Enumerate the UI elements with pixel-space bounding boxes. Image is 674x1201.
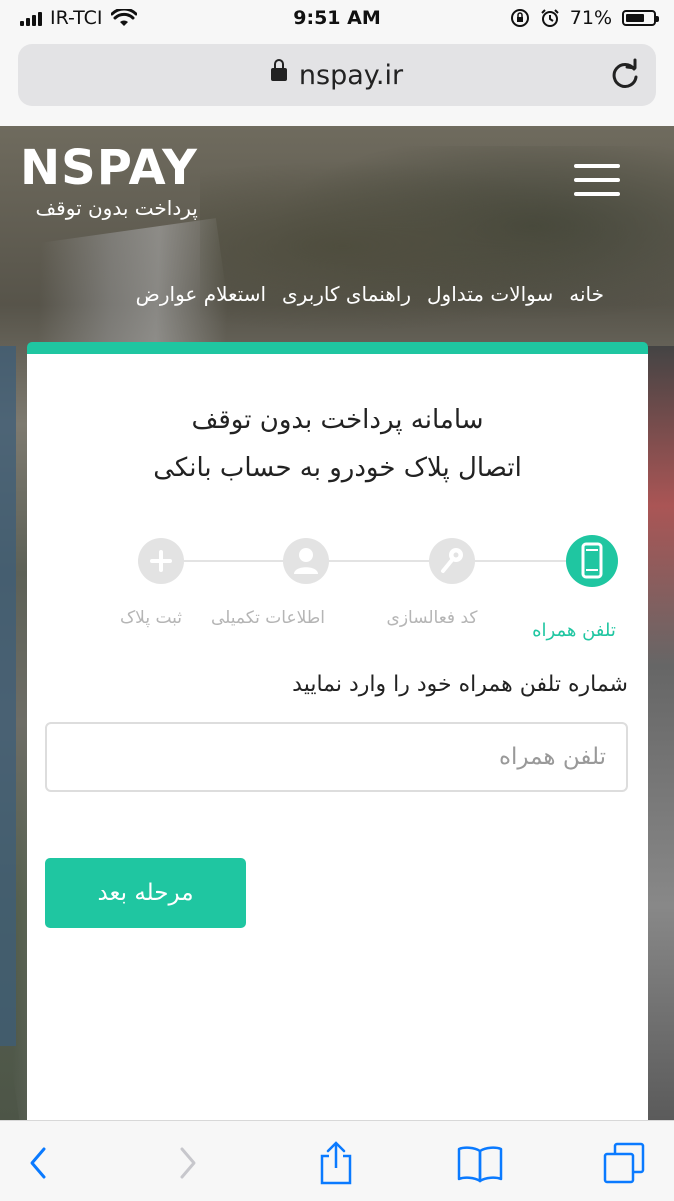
lock-icon — [270, 59, 287, 81]
mobile-phone-icon — [581, 542, 603, 579]
step-info-label: اطلاعات تکمیلی — [210, 608, 325, 628]
status-bar: IR-TCI 9:51 AM 71% — [0, 0, 674, 38]
card-title-line1: سامانه پرداخت بدون توقف — [191, 405, 484, 435]
step-info-circle — [283, 538, 329, 584]
menu-icon[interactable] — [574, 164, 620, 198]
plus-icon — [150, 550, 172, 572]
back-arrow-icon — [30, 1147, 46, 1179]
back-button[interactable] — [14, 1139, 62, 1187]
nav-item-faq[interactable]: سوالات متداول — [427, 282, 553, 306]
phone-input[interactable] — [45, 722, 628, 792]
user-icon — [294, 548, 318, 574]
share-button[interactable] — [312, 1139, 360, 1187]
web-page: NSPAY پرداخت بدون توقف خانه سوالات متداو… — [0, 126, 674, 1120]
step-activation-label: کد فعالسازی — [386, 608, 478, 628]
main-nav: خانه سوالات متداول راهنمای کاربری استعلا… — [136, 282, 604, 306]
registration-card: سامانه پرداخت بدون توقف اتصال پلاک خودرو… — [27, 342, 648, 1120]
next-step-button[interactable]: مرحله بعد — [45, 858, 246, 928]
nav-item-toll-inquiry[interactable]: استعلام عوارض — [136, 282, 266, 306]
steps-connector — [161, 560, 591, 562]
reload-icon[interactable] — [608, 58, 642, 92]
step-activation-circle — [429, 538, 475, 584]
tabs-button[interactable] — [600, 1139, 648, 1187]
card-title: سامانه پرداخت بدون توقف اتصال پلاک خودرو… — [27, 396, 648, 492]
bookmarks-button[interactable] — [456, 1139, 504, 1187]
background-pole — [0, 346, 16, 1046]
browser-url-area: nspay.ir — [0, 38, 674, 126]
card-title-line2: اتصال پلاک خودرو به حساب بانکی — [153, 453, 522, 483]
nav-item-guide[interactable]: راهنمای کاربری — [282, 282, 411, 306]
tabs-icon — [603, 1142, 645, 1184]
url-display[interactable]: nspay.ir — [18, 59, 656, 91]
logo-subtitle: پرداخت بدون توقف — [35, 196, 198, 220]
browser-toolbar — [0, 1120, 674, 1201]
share-icon — [320, 1141, 352, 1185]
address-bar[interactable]: nspay.ir — [18, 44, 656, 106]
step-plate-circle — [138, 538, 184, 584]
phone-prompt: شماره تلفن همراه خود را وارد نمایید — [292, 672, 628, 697]
background-road-edge — [646, 346, 674, 1120]
key-icon — [441, 548, 463, 573]
url-text: nspay.ir — [298, 60, 404, 91]
battery-percent: 71% — [569, 7, 612, 29]
step-mobile-label: تلفن همراه — [532, 620, 616, 641]
nav-item-home[interactable]: خانه — [569, 282, 604, 306]
site-logo[interactable]: NSPAY پرداخت بدون توقف — [20, 144, 198, 220]
step-mobile-circle — [566, 535, 618, 587]
step-plate-label: ثبت پلاک — [119, 608, 183, 628]
forward-arrow-icon — [180, 1147, 196, 1179]
status-right: 71% — [510, 7, 659, 29]
battery-icon — [622, 10, 659, 26]
logo-text: NSPAY — [20, 140, 198, 196]
forward-button[interactable] — [164, 1139, 212, 1187]
orientation-lock-icon — [510, 9, 529, 27]
alarm-icon — [541, 9, 559, 27]
bookmarks-icon — [457, 1146, 503, 1183]
